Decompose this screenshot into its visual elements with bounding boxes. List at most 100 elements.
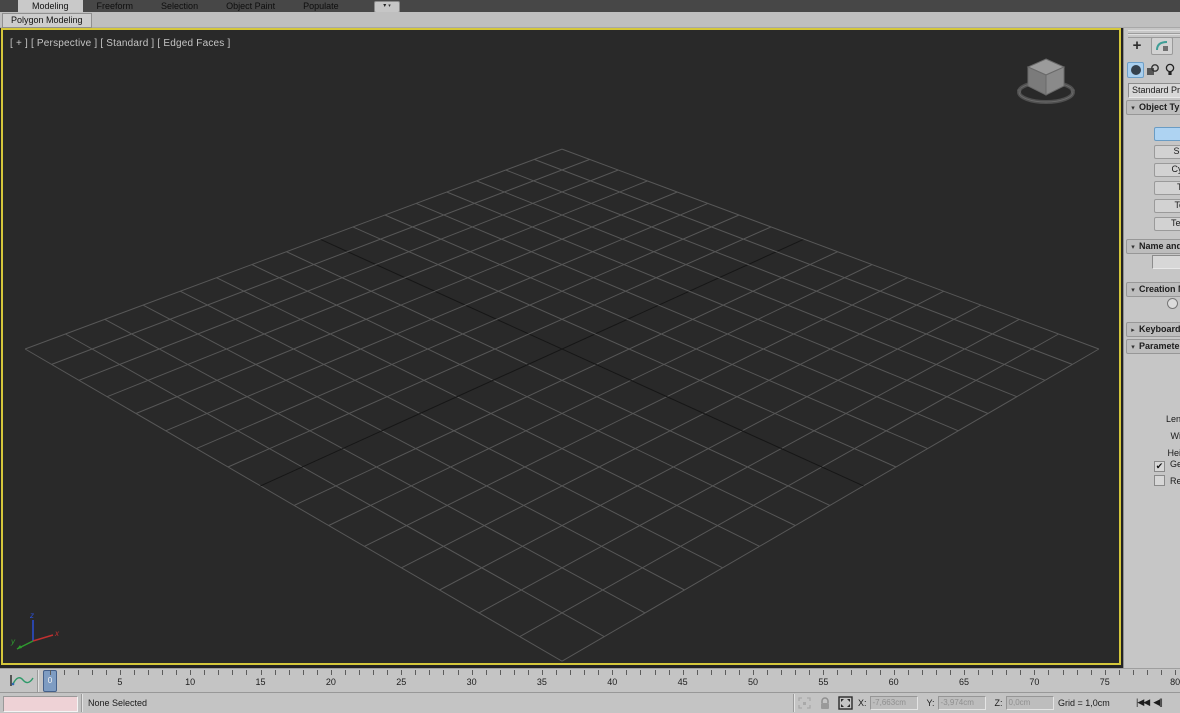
chevron-down-icon: ▾ [383,3,387,9]
timeline-tick [626,670,628,675]
timeline-tick [541,670,543,675]
creation-method-radio-cube[interactable]: Cube [1167,298,1180,310]
object-type-button-textplus[interactable]: TextPlus [1154,217,1180,231]
status-divider [81,694,83,712]
timeline-tick [767,670,769,675]
timeline-tick [795,670,797,675]
timeline-tick [921,670,923,675]
viewport-grid[interactable] [3,30,1119,663]
rollout-creation-method[interactable]: ▾Creation Method [1126,282,1180,297]
panel-tab-polygon-modeling[interactable]: Polygon Modeling [2,13,92,28]
timeline-tick [1090,670,1092,675]
viewport-menu-general[interactable]: [ + ] [10,38,28,49]
timeline-frame-number: 25 [396,677,407,687]
object-type-button-sphere[interactable]: Sphere [1154,145,1180,159]
mini-curve-editor-button[interactable] [6,672,34,689]
checkbox-label: Generate Mapping Coords. [1170,459,1180,469]
timeline-tick [724,670,726,675]
checkbox-generate-mapping-coords-[interactable]: ✔ Generate Mapping Coords. [1154,459,1180,475]
timeline-tick [49,670,51,675]
ribbon-tab-modeling[interactable]: Modeling [18,0,83,12]
object-type-button-box[interactable]: Box [1154,127,1180,141]
timeline-tick [260,670,262,675]
timeline-tick [556,670,558,675]
rollout-object-type[interactable]: ▾Object Type [1126,100,1180,115]
parameter-row: Width: [1124,431,1180,448]
ribbon-tab-freeform[interactable]: Freeform [83,0,148,12]
viewport-menu-shading[interactable]: [ Standard ] [100,38,154,49]
timeline-tick [837,670,839,675]
coordinate-group: Z: 0,0cm [995,696,1054,710]
timeline-tick [176,670,178,675]
absolute-transform-icon[interactable] [838,696,853,710]
rollout-parameters[interactable]: ▾Parameters [1126,339,1180,354]
timeline-ruler[interactable]: 0 5 10 15 20 25 30 35 40 45 50 55 60 65 70 75 80 [40,669,1180,692]
rollout-expanded-icon: ▾ [1131,244,1135,251]
timeline-tick [865,670,867,675]
timeline-tick [105,670,107,675]
timeline-tick [77,670,79,675]
ribbon-panel-strip: Polygon Modeling [0,12,1180,28]
checkbox-real-world-map-size[interactable]: Real-World Map Size [1154,475,1180,491]
rollout-keyboard-entry[interactable]: ▸Keyboard Entry [1126,322,1180,337]
coordinate-input-z[interactable]: 0,0cm [1005,696,1054,710]
parameter-row: Length: [1124,414,1180,431]
coordinate-group: X: -7,663cm [858,696,918,710]
timeline-frame-number: 40 [607,677,618,687]
object-type-button-torus[interactable]: Torus [1154,181,1180,195]
timeline-tick [373,670,375,675]
timeline-tick [344,670,346,675]
go-to-start-button[interactable]: |◀◀ [1136,697,1150,707]
timeline-frame-number: 80 [1170,677,1180,687]
lights-category-button[interactable] [1161,62,1178,78]
previous-frame-button[interactable]: ◀|| [1153,697,1163,707]
viewcube-icon[interactable] [1010,50,1082,112]
status-icons [797,696,853,710]
timeline-tick [1146,670,1148,675]
timeline-frame-number: 55 [818,677,829,687]
selection-lock-icon[interactable] [819,696,831,710]
coordinate-input-y[interactable]: -3,974cm [937,696,986,710]
parameter-rows: Length: Width: Height: [1124,414,1180,465]
viewport-menu-style[interactable]: [ Edged Faces ] [157,38,230,49]
coordinate-label: X: [858,698,867,708]
timeline-tick [949,670,951,675]
ribbon-tab-selection[interactable]: Selection [147,0,212,12]
timeline-tick [1062,670,1064,675]
perspective-viewport[interactable]: [ + ][ Perspective ][ Standard ][ Edged … [1,28,1121,665]
modify-icon [1156,41,1168,51]
timeline-tick [851,670,853,675]
timeline-tick [401,670,403,675]
axis-x-label: x [54,629,60,638]
timeline-frame-number: 10 [185,677,196,687]
viewport-menu-pov[interactable]: [ Perspective ] [31,38,97,49]
timeline-tick [429,670,431,675]
timeline-frame-number: 15 [255,677,266,687]
object-type-button-cylinder[interactable]: Cylinder [1154,163,1180,177]
coordinate-input-x[interactable]: -7,663cm [869,696,918,710]
maxscript-mini-listener[interactable] [3,696,78,712]
geometry-category-button[interactable] [1127,61,1144,78]
rollout-name-and-color[interactable]: ▾Name and Color [1126,239,1180,254]
timeline-tick [1161,670,1163,675]
timeline-tick [133,670,135,675]
object-type-button-teapot[interactable]: Teapot [1154,199,1180,213]
timeline-tick [91,670,93,675]
ribbon-tab-populate[interactable]: Populate [289,0,353,12]
timeline-tick [387,670,389,675]
object-type-buttons: Box Sphere Cylinder Torus Teapot TextPlus [1154,127,1180,235]
timeline-frame-number: 70 [1029,677,1040,687]
ribbon-tab-object-paint[interactable]: Object Paint [212,0,289,12]
object-name-input[interactable] [1152,255,1180,269]
timeline-tick [1020,670,1022,675]
modify-tab[interactable] [1151,37,1173,55]
shapes-category-button[interactable] [1144,62,1161,78]
timeline-tick [232,670,234,675]
create-tab[interactable]: + [1127,38,1147,54]
timeline-tick [823,670,825,675]
isolate-selection-icon[interactable] [797,696,812,710]
rollout-expanded-icon: ▾ [1131,287,1135,294]
status-bar: None Selected X: -7,663cm Y: -3,974cm Z: 0,0c… [0,692,1180,713]
primitive-category-select[interactable]: Standard Primitives [1128,83,1180,98]
timeline-frame-number: 20 [325,677,336,687]
